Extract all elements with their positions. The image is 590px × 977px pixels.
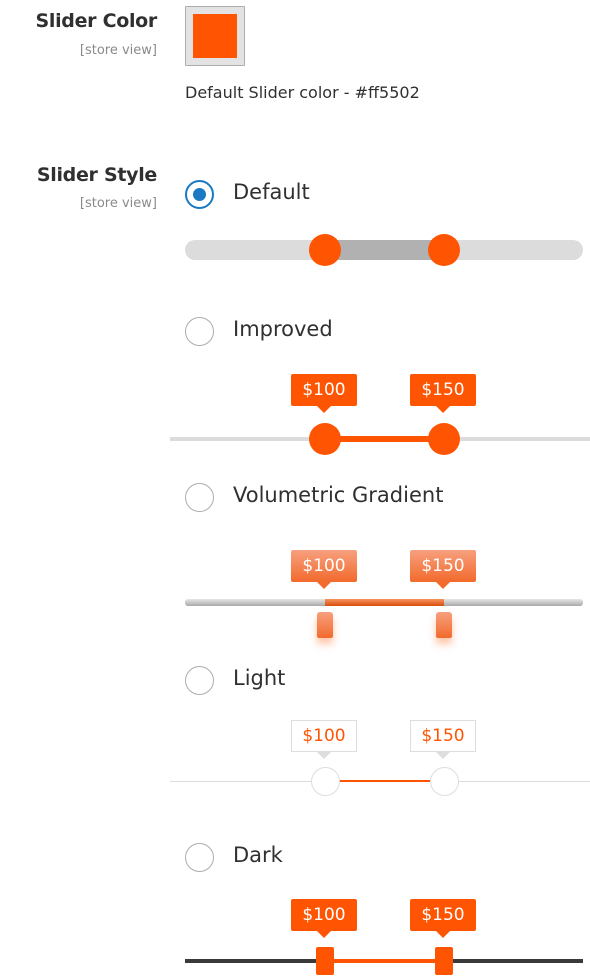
light-tooltip-min: $100 bbox=[291, 720, 357, 759]
slider-color-scope: [store view] bbox=[79, 43, 157, 58]
option-label-volumetric-gradient[interactable]: Volumetric Gradient bbox=[233, 483, 443, 507]
option-label-default[interactable]: Default bbox=[233, 180, 310, 204]
radio-light[interactable] bbox=[185, 666, 214, 695]
improved-handle-max[interactable] bbox=[428, 423, 460, 455]
slider-color-note: Default Slider color - #ff5502 bbox=[185, 83, 420, 102]
gradient-handle-max[interactable] bbox=[436, 612, 452, 638]
radio-volumetric-gradient[interactable] bbox=[185, 483, 214, 512]
dark-tooltip-max: $150 bbox=[410, 899, 476, 938]
light-range bbox=[325, 780, 444, 782]
color-swatch-fill bbox=[193, 14, 237, 58]
improved-tooltip-min: $100 bbox=[291, 374, 357, 413]
light-handle-min[interactable] bbox=[311, 767, 340, 796]
default-handle-max[interactable] bbox=[428, 234, 460, 266]
slider-style-label: Slider Style bbox=[36, 164, 157, 186]
gradient-range bbox=[325, 599, 444, 606]
option-label-dark[interactable]: Dark bbox=[233, 843, 283, 867]
gradient-handle-min[interactable] bbox=[317, 612, 333, 638]
improved-range bbox=[325, 436, 444, 442]
dark-handle-max[interactable] bbox=[435, 947, 453, 975]
default-handle-min[interactable] bbox=[309, 234, 341, 266]
color-picker-swatch[interactable] bbox=[185, 6, 245, 66]
default-range bbox=[325, 240, 444, 260]
radio-improved[interactable] bbox=[185, 317, 214, 346]
radio-dark[interactable] bbox=[185, 843, 214, 872]
gradient-tooltip-min: $100 bbox=[291, 550, 357, 589]
dark-tooltip-min: $100 bbox=[291, 899, 357, 938]
light-tooltip-max: $150 bbox=[410, 720, 476, 759]
radio-default[interactable] bbox=[185, 180, 214, 209]
improved-handle-min[interactable] bbox=[309, 423, 341, 455]
improved-tooltip-max: $150 bbox=[410, 374, 476, 413]
gradient-tooltip-max: $150 bbox=[410, 550, 476, 589]
dark-handle-min[interactable] bbox=[316, 947, 334, 975]
slider-style-scope: [store view] bbox=[79, 196, 157, 211]
option-label-light[interactable]: Light bbox=[233, 666, 285, 690]
dark-range bbox=[325, 959, 444, 963]
light-handle-max[interactable] bbox=[430, 767, 459, 796]
slider-color-label: Slider Color bbox=[35, 10, 157, 32]
option-label-improved[interactable]: Improved bbox=[233, 317, 333, 341]
